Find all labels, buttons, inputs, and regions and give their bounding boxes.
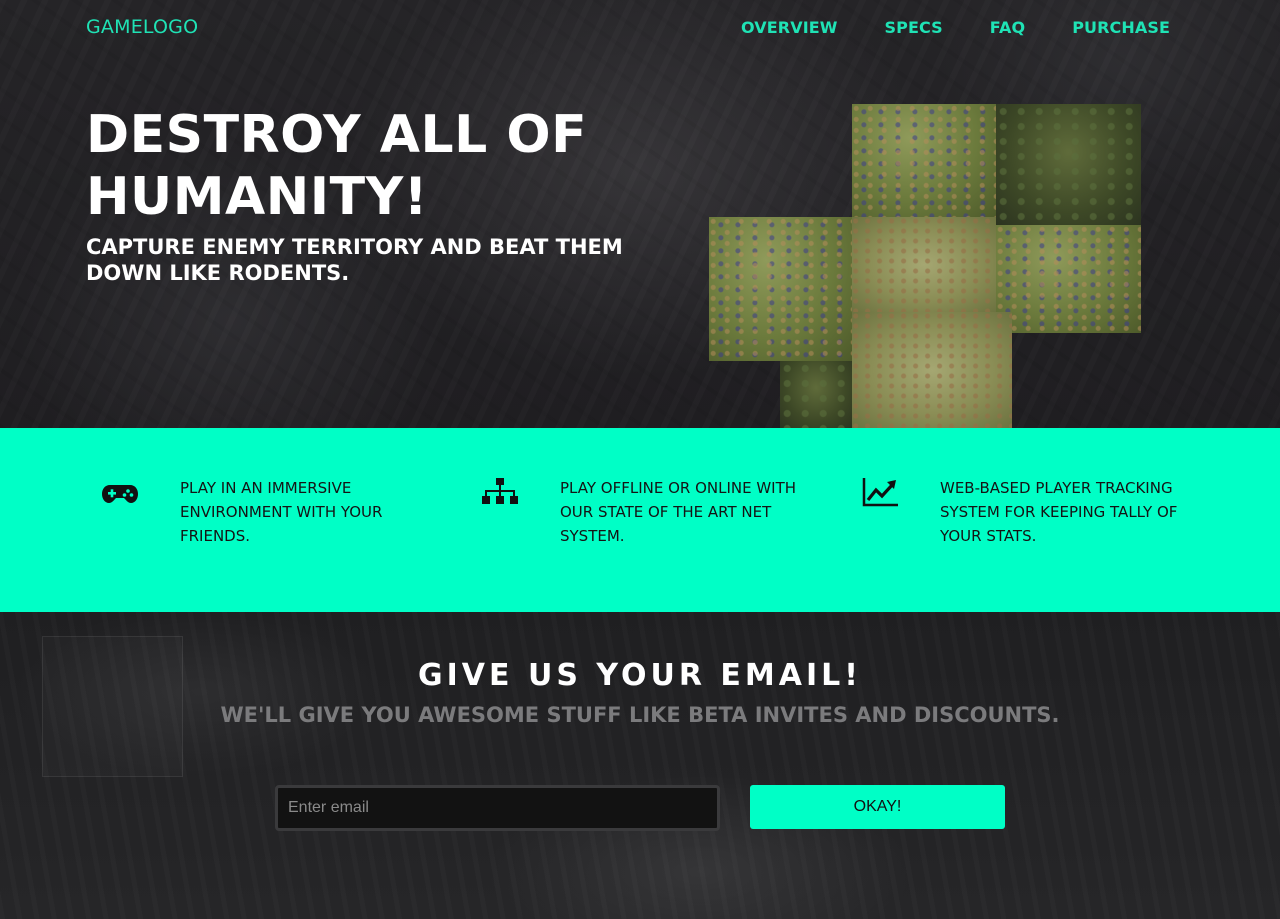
feature-text: WEB-BASED PLAYER TRACKING SYSTEM FOR KEE… (940, 479, 1178, 545)
gamepad-icon (100, 476, 140, 510)
screenshot-tile (996, 104, 1141, 225)
feature-item: PLAY OFFLINE OR ONLINE WITH OUR STATE OF… (466, 476, 846, 576)
signup-subtitle: WE'LL GIVE YOU AWESOME STUFF LIKE BETA I… (220, 703, 1060, 727)
network-icon (480, 476, 520, 510)
email-signup-section: GIVE US YOUR EMAIL! WE'LL GIVE YOU AWESO… (0, 612, 1280, 919)
okay-button[interactable]: OKAY! (750, 785, 1005, 829)
hero-section: GAMELOGO OVERVIEW SPECS FAQ PURCHASE DES… (0, 0, 1280, 428)
feature-text: PLAY IN AN IMMERSIVE ENVIRONMENT WITH YO… (180, 479, 383, 545)
feature-text: PLAY OFFLINE OR ONLINE WITH OUR STATE OF… (560, 479, 797, 545)
features-band: PLAY IN AN IMMERSIVE ENVIRONMENT WITH YO… (0, 428, 1280, 612)
screenshot-tile (780, 361, 852, 428)
screenshot-tile (852, 312, 1012, 428)
signup-title: GIVE US YOUR EMAIL! (418, 658, 862, 693)
feature-item: WEB-BASED PLAYER TRACKING SYSTEM FOR KEE… (846, 476, 1226, 576)
screenshot-tile (996, 225, 1141, 333)
screenshot-tile (852, 104, 996, 217)
screenshot-tile (852, 217, 996, 312)
game-screenshot-mosaic (0, 0, 1280, 428)
email-input[interactable] (275, 785, 720, 831)
screenshot-tile (709, 217, 852, 361)
chart-trend-icon (860, 476, 900, 510)
feature-item: PLAY IN AN IMMERSIVE ENVIRONMENT WITH YO… (86, 476, 466, 576)
